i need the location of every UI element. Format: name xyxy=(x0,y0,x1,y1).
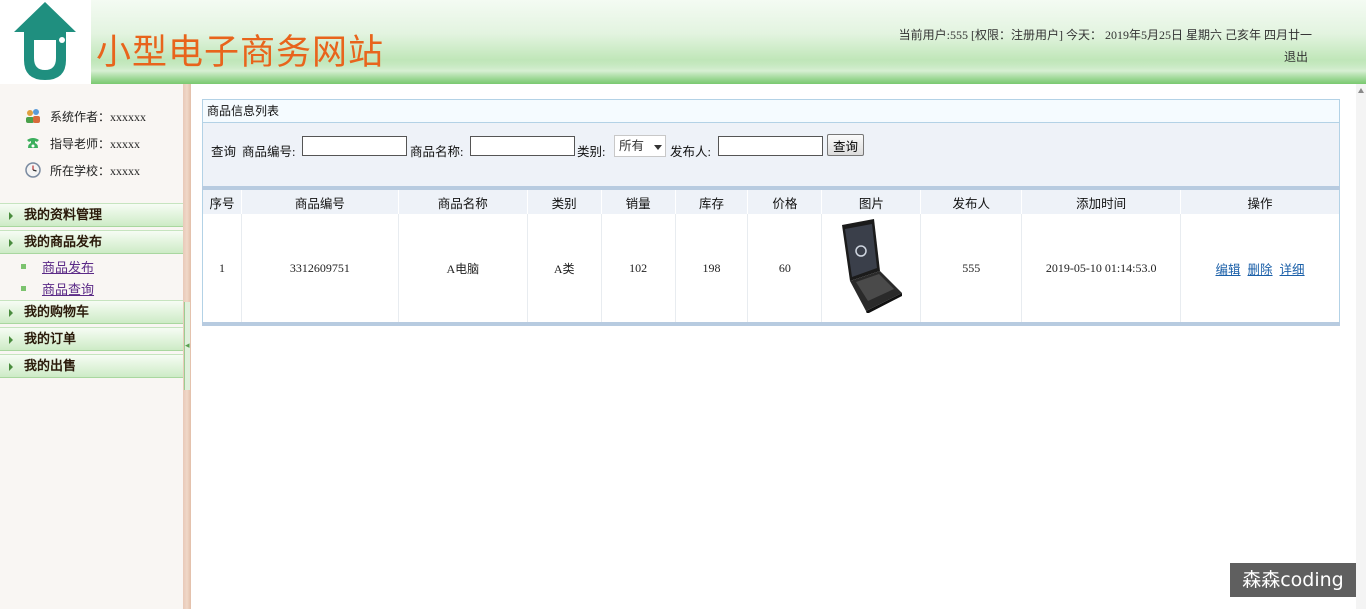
cell-added-time: 2019-05-10 01:14:53.0 xyxy=(1021,214,1181,322)
detail-link[interactable]: 详细 xyxy=(1280,263,1305,277)
cell-actions: 编辑 删除 详细 xyxy=(1180,214,1340,322)
watermark-badge: 森森coding xyxy=(1230,563,1356,597)
menu-label: 我的商品发布 xyxy=(24,234,103,249)
cell-image xyxy=(821,214,921,322)
col-header-actions: 操作 xyxy=(1180,190,1340,214)
logout-link[interactable]: 退出 xyxy=(1284,48,1308,65)
col-header-code: 商品编号 xyxy=(240,190,399,214)
col-header-stock: 库存 xyxy=(674,190,748,214)
sidebar-author-text: 系统作者：xxxxxx xyxy=(50,109,147,124)
publisher-label: 发布人: xyxy=(670,145,711,159)
sidebar-school-row: 所在学校：xxxxx xyxy=(24,161,140,179)
query-label: 查询 xyxy=(211,145,237,159)
cell-publisher: 555 xyxy=(920,214,1022,322)
sidebar-school-text: 所在学校：xxxxx xyxy=(50,163,141,178)
panel-title: 商品信息列表 xyxy=(202,99,1340,123)
submenu-link-publish[interactable]: 商品发布 xyxy=(42,257,94,276)
category-label: 类别: xyxy=(577,145,606,159)
table-row: 1 3312609751 A电脑 A类 102 198 60 555 2019-… xyxy=(202,214,1340,322)
menu-product-publish[interactable]: 我的商品发布 xyxy=(0,230,183,254)
search-form: 查询 商品编号: 商品名称: 类别: 所有 发布人: 查询 xyxy=(202,123,1340,186)
menu-arrow-icon xyxy=(9,212,13,220)
cell-name: A电脑 xyxy=(397,214,528,322)
col-header-category: 类别 xyxy=(526,190,602,214)
category-selected-value: 所有 xyxy=(619,139,645,153)
publisher-input[interactable] xyxy=(718,136,823,156)
menu-arrow-icon xyxy=(9,336,13,344)
menu-label: 我的出售 xyxy=(24,358,77,373)
cell-sales: 102 xyxy=(600,214,676,322)
sidebar-author-row: 系统作者：xxxxxx xyxy=(24,107,146,125)
scroll-up-icon[interactable] xyxy=(1358,88,1364,93)
product-code-label: 商品编号: xyxy=(242,145,296,159)
menu-label: 我的订单 xyxy=(24,331,77,346)
menu-my-orders[interactable]: 我的订单 xyxy=(0,327,183,351)
phone-icon xyxy=(24,134,42,152)
site-title: 小型电子商务网站 xyxy=(96,33,385,73)
menu-shopping-cart[interactable]: 我的购物车 xyxy=(0,300,183,324)
edit-link[interactable]: 编辑 xyxy=(1216,263,1241,277)
chevron-down-icon xyxy=(654,145,662,150)
product-name-input[interactable] xyxy=(470,136,575,156)
menu-arrow-icon xyxy=(9,363,13,371)
delete-link[interactable]: 删除 xyxy=(1248,263,1273,277)
collapse-arrow-icon: ◂ xyxy=(185,340,190,350)
current-user-info: 当前用户:555 [权限：注册用户] 今天： 2019年5月25日 星期六 己亥… xyxy=(898,28,1312,42)
product-table: 序号 商品编号 商品名称 类别 销量 库存 价格 图片 发布人 添加时间 操作 … xyxy=(202,190,1340,322)
category-select[interactable]: 所有 xyxy=(614,135,666,157)
product-name-label: 商品名称: xyxy=(410,145,464,159)
cell-index: 1 xyxy=(202,214,242,322)
menu-label: 我的资料管理 xyxy=(24,207,103,222)
product-code-input[interactable] xyxy=(302,136,407,156)
submenu-item-publish[interactable]: 商品发布 xyxy=(21,257,94,275)
menu-arrow-icon xyxy=(9,239,13,247)
house-logo-icon xyxy=(14,2,76,80)
header-banner: 小型电子商务网站 当前用户:555 [权限：注册用户] 今天： 2019年5月2… xyxy=(0,0,1366,84)
clock-icon xyxy=(24,161,42,179)
sidebar-teacher-text: 指导老师：xxxxx xyxy=(50,136,141,151)
cell-stock: 198 xyxy=(674,214,748,322)
table-header-row: 序号 商品编号 商品名称 类别 销量 库存 价格 图片 发布人 添加时间 操作 xyxy=(202,190,1340,214)
search-button[interactable]: 查询 xyxy=(827,134,864,156)
col-header-sales: 销量 xyxy=(600,190,676,214)
col-header-name: 商品名称 xyxy=(397,190,528,214)
cell-category: A类 xyxy=(526,214,602,322)
menu-label: 我的购物车 xyxy=(24,304,90,319)
bullet-icon xyxy=(21,285,26,291)
submenu-link-query[interactable]: 商品查询 xyxy=(42,279,94,298)
submenu-item-query[interactable]: 商品查询 xyxy=(21,279,94,297)
site-logo xyxy=(0,0,91,84)
table-bottom-border xyxy=(202,322,1340,326)
cell-price: 60 xyxy=(747,214,822,322)
bullet-icon xyxy=(21,263,26,269)
sidebar-teacher-row: 指导老师：xxxxx xyxy=(24,134,140,152)
col-header-price: 价格 xyxy=(747,190,822,214)
col-header-index: 序号 xyxy=(202,190,242,214)
people-icon xyxy=(24,107,42,125)
menu-arrow-icon xyxy=(9,309,13,317)
collapse-sidebar-handle[interactable]: ◂ xyxy=(184,302,190,390)
col-header-image: 图片 xyxy=(821,190,921,214)
laptop-image xyxy=(842,219,903,314)
col-header-added-time: 添加时间 xyxy=(1021,190,1181,214)
menu-profile-management[interactable]: 我的资料管理 xyxy=(0,203,183,227)
menu-my-sales[interactable]: 我的出售 xyxy=(0,354,183,378)
cell-code: 3312609751 xyxy=(240,214,399,322)
vertical-scrollbar[interactable] xyxy=(1356,84,1366,609)
product-list-panel: 商品信息列表 查询 商品编号: 商品名称: 类别: 所有 发布人: 查询 序号 … xyxy=(202,99,1340,329)
col-header-publisher: 发布人 xyxy=(920,190,1022,214)
